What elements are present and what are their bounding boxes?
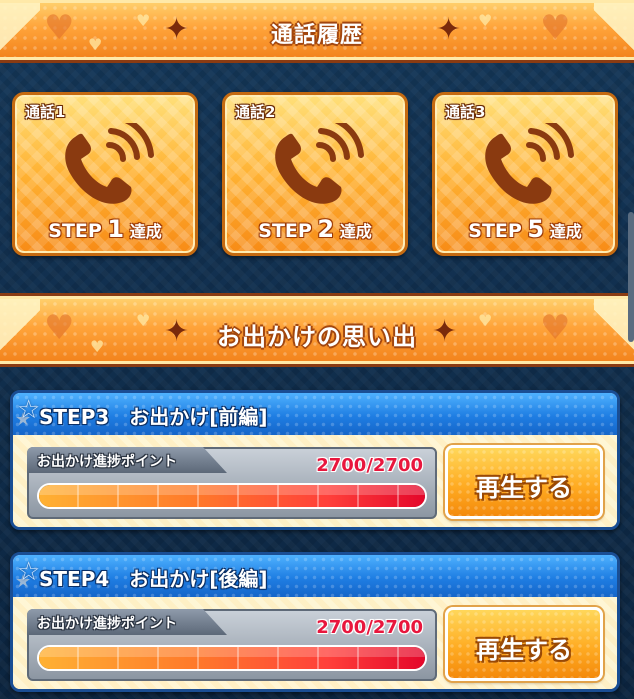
progress-fill bbox=[39, 647, 425, 669]
scrollbar[interactable] bbox=[628, 212, 634, 342]
call-card-3[interactable]: 通話3 STEP 5 達成 bbox=[432, 92, 618, 256]
outing-header: ★ ☆ STEP4 お出かけ[後編] bbox=[13, 555, 617, 597]
play-button-label: 再生する bbox=[476, 474, 572, 502]
outing-body: お出かけ進捗ポイント 2700/2700 再生する bbox=[13, 597, 617, 689]
progress-box: お出かけ進捗ポイント 2700/2700 bbox=[27, 447, 437, 519]
star-icon: ☆ bbox=[17, 395, 41, 425]
outing-panel-step4: ★ ☆ STEP4 お出かけ[後編] お出かけ進捗ポイント 2700/2700 … bbox=[10, 552, 620, 692]
play-button[interactable]: 再生する bbox=[445, 445, 603, 519]
call-history-banner: ♥ ♥ ♥ ♥ ♥ ✦ ✦ 通話履歴 bbox=[0, 0, 634, 60]
step-achieved: 達成 bbox=[129, 222, 162, 241]
step-number: 1 bbox=[107, 215, 125, 243]
call-card-2[interactable]: 通話2 STEP 2 達成 bbox=[222, 92, 408, 256]
progress-value: 2700/2700 bbox=[316, 455, 423, 476]
step-word: STEP bbox=[48, 220, 102, 242]
call-step-status: STEP 1 達成 bbox=[15, 215, 195, 243]
progress-bar bbox=[37, 483, 427, 509]
phone-ringing-icon bbox=[65, 123, 154, 204]
progress-fill bbox=[39, 485, 425, 507]
step-word: STEP bbox=[258, 220, 312, 242]
outing-panel-step3: ★ ☆ STEP3 お出かけ[前編] お出かけ進捗ポイント 2700/2700 … bbox=[10, 390, 620, 530]
phone-ringing-icon bbox=[485, 123, 574, 204]
play-button[interactable]: 再生する bbox=[445, 607, 603, 681]
outing-body: お出かけ進捗ポイント 2700/2700 再生する bbox=[13, 435, 617, 527]
progress-label: お出かけ進捗ポイント bbox=[37, 454, 177, 470]
step-number: 5 bbox=[527, 215, 545, 243]
call-step-status: STEP 5 達成 bbox=[435, 215, 615, 243]
call-card-1[interactable]: 通話1 STEP 1 達成 bbox=[12, 92, 198, 256]
step-number: 2 bbox=[317, 215, 335, 243]
progress-value: 2700/2700 bbox=[316, 617, 423, 638]
call-card-label: 通話2 bbox=[235, 103, 276, 121]
progress-bar bbox=[37, 645, 427, 671]
call-card-label: 通話1 bbox=[25, 103, 66, 121]
outing-header: ★ ☆ STEP3 お出かけ[前編] bbox=[13, 393, 617, 435]
outing-memories-title: お出かけの思い出 bbox=[217, 323, 417, 351]
progress-label: お出かけ進捗ポイント bbox=[37, 616, 177, 632]
star-icon: ☆ bbox=[17, 557, 41, 587]
progress-box: お出かけ進捗ポイント 2700/2700 bbox=[27, 609, 437, 681]
outing-title: STEP4 お出かけ[後編] bbox=[39, 567, 268, 591]
outing-memories-banner: ♥ ♥ ♥ ♥ ♥ ✦ ✦ お出かけの思い出 bbox=[0, 296, 634, 364]
step-word: STEP bbox=[468, 220, 522, 242]
call-history-title: 通話履歴 bbox=[270, 23, 363, 48]
play-button-label: 再生する bbox=[476, 636, 572, 664]
call-card-label: 通話3 bbox=[445, 103, 486, 121]
call-step-status: STEP 2 達成 bbox=[225, 215, 405, 243]
step-achieved: 達成 bbox=[549, 222, 582, 241]
step-achieved: 達成 bbox=[339, 222, 372, 241]
outing-title: STEP3 お出かけ[前編] bbox=[39, 405, 268, 429]
phone-ringing-icon bbox=[275, 123, 364, 204]
